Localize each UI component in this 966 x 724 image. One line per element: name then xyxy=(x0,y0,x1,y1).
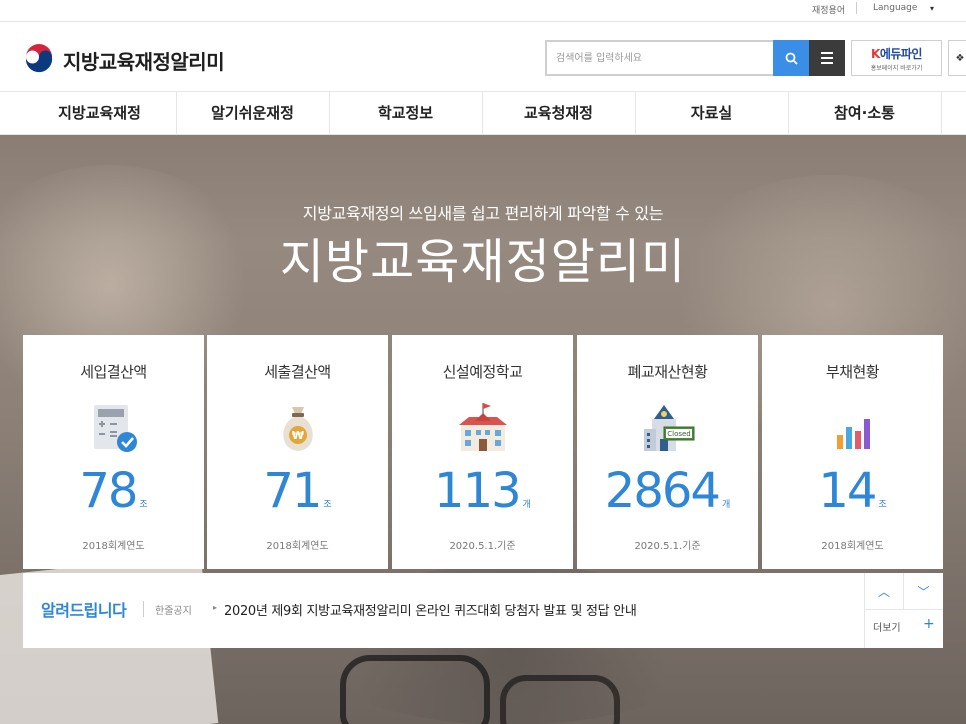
search-button[interactable] xyxy=(773,40,809,76)
hamburger-icon xyxy=(821,52,833,54)
svg-text:₩: ₩ xyxy=(291,429,303,442)
card-value: 14 xyxy=(818,463,877,519)
notice-next-button[interactable]: ﹀ xyxy=(904,573,943,610)
nav-item-participation[interactable]: 참여·소통 xyxy=(788,92,941,134)
main-nav: 지방교육재정 알기쉬운재정 학교정보 교육청재정 자료실 참여·소통 xyxy=(0,91,966,135)
site-title[interactable]: 지방교육재정알리미 xyxy=(63,46,225,75)
card-note: 2020.5.1.기준 xyxy=(449,541,516,552)
card-unit: 조 xyxy=(139,500,148,510)
card-value: 113 xyxy=(434,463,522,519)
search-box xyxy=(545,40,774,76)
taegeuk-logo-icon[interactable] xyxy=(24,44,54,74)
bar-chart-icon xyxy=(836,419,870,449)
stat-card-debt[interactable]: 부채현황 14 조 2018회계연도 xyxy=(762,335,943,569)
card-label: 세출결산액 xyxy=(264,363,331,381)
nav-item-easy-finance[interactable]: 알기쉬운재정 xyxy=(176,92,329,134)
school-building-icon xyxy=(458,403,507,451)
card-label: 신설예정학교 xyxy=(442,363,523,381)
hero-title: 지방교육재정알리미 xyxy=(279,234,687,290)
bullet-arrow-icon: ▸ xyxy=(213,603,218,612)
calculator-check-icon xyxy=(93,405,137,452)
nav-item-office-finance[interactable]: 교육청재정 xyxy=(482,92,635,134)
utility-divider xyxy=(856,2,857,14)
hero-subtitle: 지방교육재정의 쓰임새를 쉽고 편리하게 파악할 수 있는 xyxy=(302,204,664,223)
card-label: 세입결산액 xyxy=(80,363,147,381)
caret-down-icon[interactable]: ▾ xyxy=(930,4,934,13)
won-money-bag-icon: ₩ xyxy=(282,407,313,451)
search-icon xyxy=(785,52,798,65)
card-label: 폐교재산현황 xyxy=(627,363,708,381)
chevron-up-icon: ︿ xyxy=(877,584,890,599)
nav-item-local-finance[interactable]: 지방교육재정 xyxy=(23,92,176,134)
card-unit: 조 xyxy=(878,500,887,510)
card-value: 71 xyxy=(263,463,322,519)
card-note: 2018회계연도 xyxy=(82,541,145,552)
search-input[interactable] xyxy=(547,42,774,74)
diamond-icon: ❖ xyxy=(955,52,965,64)
utility-bar: 재정용어 Language ▾ xyxy=(0,0,966,22)
notice-category: 한줄공지 xyxy=(155,606,192,617)
notice-heading: 알려드립니다 xyxy=(41,601,127,620)
card-unit: 개 xyxy=(721,500,731,510)
stat-card-new-schools[interactable]: 신설예정학교 113 개 2020.5.1.기준 xyxy=(392,335,573,569)
notice-bar: 알려드립니다 한줄공지 ▸ 2020년 제9회 지방교육재정알리미 온라인 퀴즈… xyxy=(23,573,943,648)
notice-prev-button[interactable]: ︿ xyxy=(865,573,904,610)
svg-text:Closed: Closed xyxy=(667,430,691,438)
notice-title-link[interactable]: 2020년 제9회 지방교육재정알리미 온라인 퀴즈대회 당첨자 발표 및 정답… xyxy=(224,600,637,619)
card-value: 78 xyxy=(79,463,138,519)
card-note: 2018회계연도 xyxy=(821,541,884,552)
card-note: 2020.5.1.기준 xyxy=(634,541,701,552)
all-menu-button[interactable] xyxy=(809,40,845,76)
nav-item-archive[interactable]: 자료실 xyxy=(635,92,788,134)
card-unit: 조 xyxy=(323,500,332,510)
nav-item-school-info[interactable]: 학교정보 xyxy=(329,92,482,134)
closed-school-icon: Closed xyxy=(643,405,694,451)
stat-card-closed-schools[interactable]: 폐교재산현황 Closed 2864 개 2020.5.1.기준 xyxy=(577,335,758,569)
card-note: 2018회계연도 xyxy=(266,541,329,552)
card-unit: 개 xyxy=(522,500,531,510)
glossary-link[interactable]: 재정용어 xyxy=(812,3,845,16)
notice-more-link[interactable]: 더보기 xyxy=(873,619,901,634)
chevron-down-icon: ﹀ xyxy=(917,584,930,599)
notice-controls: ︿ ﹀ 더보기 + xyxy=(864,573,943,648)
edufine-promo-button[interactable]: K에듀파인 홍보페이지 바로가기 xyxy=(851,40,942,76)
card-value: 2864 xyxy=(604,463,721,519)
edufine-logo: K에듀파인 xyxy=(871,47,922,61)
plus-icon[interactable]: + xyxy=(923,616,935,632)
stat-card-expenditure[interactable]: 세출결산액 ₩ 71 조 2018회계연도 xyxy=(207,335,388,569)
stat-card-revenue[interactable]: 세입결산액 78 조 2018회계연도 xyxy=(23,335,204,569)
language-selector[interactable]: Language xyxy=(873,3,917,13)
extra-link-button[interactable]: ❖ xyxy=(948,40,966,76)
edufine-subtext: 홍보페이지 바로가기 xyxy=(870,65,923,72)
card-label: 부채현황 xyxy=(825,363,880,381)
